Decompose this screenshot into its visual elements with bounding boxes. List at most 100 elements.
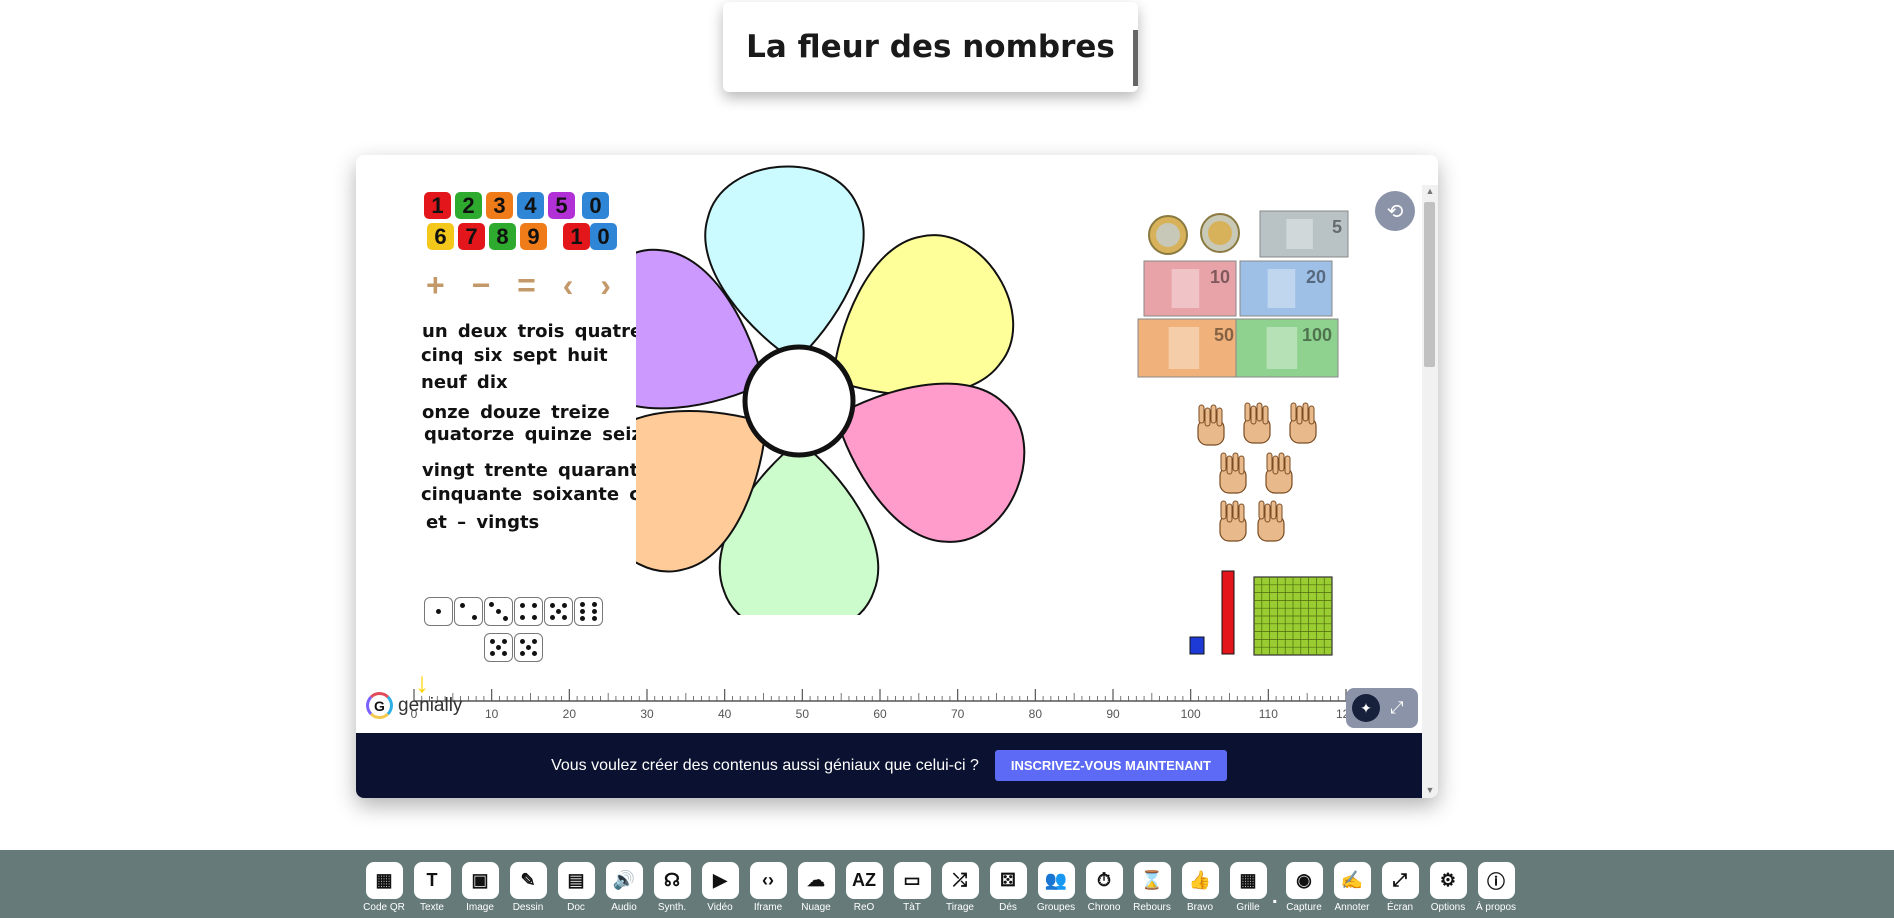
die-face[interactable]: [484, 597, 513, 626]
toolbar-label: Iframe: [753, 902, 783, 913]
number-word-line[interactable]: quatorze quinze seize: [424, 424, 654, 445]
reorder-icon[interactable]: AZ: [845, 862, 883, 899]
genially-embed-frame[interactable]: ⟲ 123450678910 + − = ‹ › un deux trois q…: [356, 155, 1438, 798]
qr-code-icon[interactable]: ▦: [365, 862, 403, 899]
iframe-icon[interactable]: ‹›: [749, 862, 787, 899]
euro-banknote[interactable]: 10: [1143, 260, 1237, 317]
number-flower[interactable]: [636, 155, 1066, 615]
euro-banknote[interactable]: 50: [1137, 318, 1241, 378]
number-word-line[interactable]: cinq six sept huit: [421, 345, 608, 366]
die-face[interactable]: [454, 597, 483, 626]
shuffle-icon[interactable]: ⤮: [941, 862, 979, 899]
digit-tile[interactable]: 6: [427, 223, 454, 250]
die-face[interactable]: [544, 597, 573, 626]
speech-synthesis-icon[interactable]: ☊: [653, 862, 691, 899]
digit-tile[interactable]: 8: [489, 223, 516, 250]
view-controls[interactable]: ✦ ⤢: [1346, 688, 1418, 728]
die-face[interactable]: [574, 597, 603, 626]
image-icon[interactable]: ▣: [461, 862, 499, 899]
toolbar-button-iframe[interactable]: ‹› Iframe: [748, 862, 788, 913]
toolbar-label: Code QR: [363, 902, 405, 913]
hourglass-icon[interactable]: ⌛: [1133, 862, 1171, 899]
toolbar-button-groupes[interactable]: 👥 Groupes: [1036, 862, 1076, 913]
toolbar-button-vidéo[interactable]: ▶ Vidéo: [700, 862, 740, 913]
genially-logo[interactable]: G genially: [366, 692, 462, 719]
info-icon[interactable]: ⓘ: [1477, 862, 1515, 899]
toolbar-button-grille[interactable]: ▦ Grille: [1228, 862, 1268, 913]
toolbar-button-bravo[interactable]: 👍 Bravo: [1180, 862, 1220, 913]
text-icon[interactable]: T: [413, 862, 451, 899]
digit-tile[interactable]: 1: [563, 223, 590, 250]
toolbar-button-dés[interactable]: ⚄ Dés: [988, 862, 1028, 913]
document-icon[interactable]: ▤: [557, 862, 595, 899]
toolbar-label: À propos: [1475, 902, 1517, 913]
die-face[interactable]: [424, 597, 453, 626]
toolbar-button-chrono[interactable]: ⏱ Chrono: [1084, 862, 1124, 913]
euro-coin[interactable]: [1148, 215, 1188, 255]
scroll-up-icon[interactable]: ▲: [1425, 186, 1435, 196]
text-to-text-icon[interactable]: ▭: [893, 862, 931, 899]
banner-message: Vous voulez créer des contenus aussi gén…: [551, 756, 979, 774]
settings-gear-icon[interactable]: ⚙: [1429, 862, 1467, 899]
euro-banknote[interactable]: 100: [1235, 318, 1339, 378]
toolbar-button-texte[interactable]: T Texte: [412, 862, 452, 913]
toolbar-button-tirage[interactable]: ⤮ Tirage: [940, 862, 980, 913]
die-face[interactable]: [514, 597, 543, 626]
digit-tile[interactable]: 3: [486, 192, 513, 219]
expand-icon[interactable]: ⤢: [1390, 698, 1404, 718]
toolbar-button-annoter[interactable]: ✍ Annoter: [1332, 862, 1372, 913]
toolbar-button-capture[interactable]: ◉ Capture: [1284, 862, 1324, 913]
cloud-icon[interactable]: ☁: [797, 862, 835, 899]
digit-tile[interactable]: 0: [582, 192, 609, 219]
toolbar-button-rebours[interactable]: ⌛ Rebours: [1132, 862, 1172, 913]
toolbar-button-audio[interactable]: 🔊 Audio: [604, 862, 644, 913]
number-word-line[interactable]: et – vingts: [426, 512, 539, 533]
euro-banknote[interactable]: 5: [1259, 210, 1349, 258]
digit-tile[interactable]: 2: [455, 192, 482, 219]
signup-button[interactable]: INSCRIVEZ-VOUS MAINTENANT: [994, 750, 1227, 781]
digit-tile[interactable]: 0: [590, 223, 617, 250]
toolbar-button-à-propos[interactable]: ⓘ À propos: [1476, 862, 1516, 913]
toolbar-button-dessin[interactable]: ✎ Dessin: [508, 862, 548, 913]
toolbar-button-synth-[interactable]: ☊ Synth.: [652, 862, 692, 913]
audio-icon[interactable]: 🔊: [605, 862, 643, 899]
thumbs-up-icon[interactable]: 👍: [1181, 862, 1219, 899]
euro-coin[interactable]: [1200, 213, 1240, 253]
toolbar-button-reo[interactable]: AZ ReO: [844, 862, 884, 913]
digit-tile[interactable]: 4: [517, 192, 544, 219]
interactivity-icon[interactable]: ✦: [1352, 694, 1380, 722]
toolbar-button-image[interactable]: ▣ Image: [460, 862, 500, 913]
hand-5-icon: [1265, 452, 1293, 494]
toolbar-button-nuage[interactable]: ☁ Nuage: [796, 862, 836, 913]
groups-icon[interactable]: 👥: [1037, 862, 1075, 899]
toolbar-button-code-qr[interactable]: ▦ Code QR: [363, 862, 405, 913]
toolbar-separator: .: [1272, 886, 1278, 908]
number-word-line[interactable]: vingt trente quarante: [422, 460, 651, 481]
die-face[interactable]: [514, 633, 543, 662]
euro-banknote[interactable]: 20: [1239, 260, 1333, 317]
toolbar-button-doc[interactable]: ▤ Doc: [556, 862, 596, 913]
die-face[interactable]: [484, 633, 513, 662]
stopwatch-icon[interactable]: ⏱: [1085, 862, 1123, 899]
draw-icon[interactable]: ✎: [509, 862, 547, 899]
number-word-line[interactable]: onze douze treize: [422, 402, 610, 423]
toolbar-label: Dés: [999, 902, 1017, 913]
digit-tile[interactable]: 1: [424, 192, 451, 219]
number-word-line[interactable]: neuf dix: [421, 372, 508, 393]
scroll-down-icon[interactable]: ▼: [1425, 785, 1435, 795]
grid-icon[interactable]: ▦: [1229, 862, 1267, 899]
toolbar-button-tàt[interactable]: ▭ TàT: [892, 862, 932, 913]
annotate-icon[interactable]: ✍: [1333, 862, 1371, 899]
toolbar-button-options[interactable]: ⚙ Options: [1428, 862, 1468, 913]
reset-icon[interactable]: ⟲: [1375, 191, 1415, 231]
scrollbar-thumb[interactable]: [1424, 202, 1435, 367]
digit-tile[interactable]: 9: [520, 223, 547, 250]
camera-shutter-icon[interactable]: ◉: [1285, 862, 1323, 899]
video-icon[interactable]: ▶: [701, 862, 739, 899]
digit-tile[interactable]: 5: [548, 192, 575, 219]
number-word-line[interactable]: un deux trois quatre: [422, 321, 642, 342]
digit-tile[interactable]: 7: [458, 223, 485, 250]
fullscreen-icon[interactable]: ⤢: [1381, 862, 1419, 899]
toolbar-button-écran[interactable]: ⤢ Écran: [1380, 862, 1420, 913]
dice-icon[interactable]: ⚄: [989, 862, 1027, 899]
